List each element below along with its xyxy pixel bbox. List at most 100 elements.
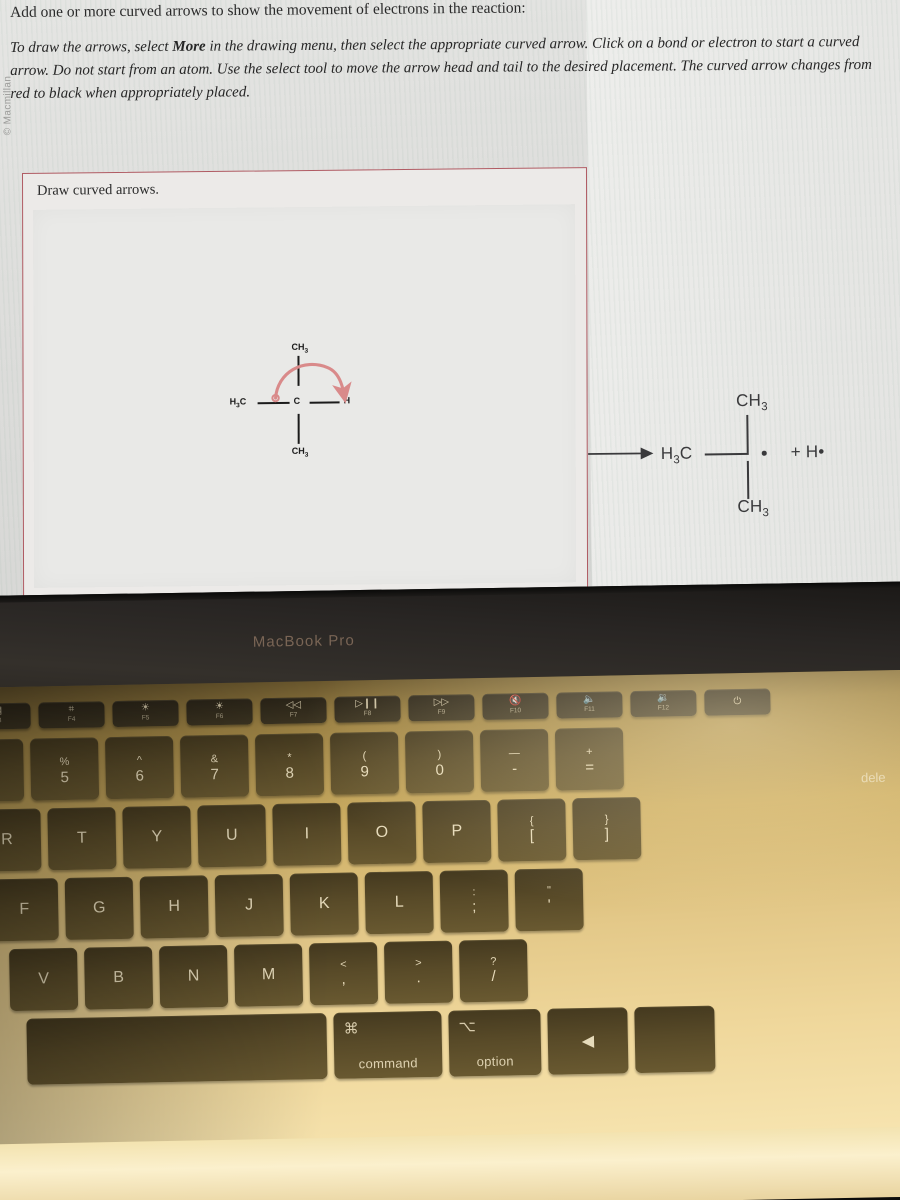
key-l-label: L: [394, 893, 404, 911]
key-rewind-fn-label: F7: [289, 711, 298, 719]
key-9[interactable]: (9: [329, 731, 400, 795]
drawing-canvas[interactable]: CH3 H3C C H CH3: [33, 204, 577, 588]
key-j[interactable]: J: [214, 873, 284, 938]
power-icon: ⏻: [733, 696, 742, 708]
key-keyboard-brightness-up-fn-label: F6: [215, 713, 224, 721]
key-arrow-group[interactable]: [634, 1005, 716, 1074]
key-minus-label: -: [511, 759, 518, 778]
key-delete-label: dele: [860, 769, 886, 786]
key-bracket-right-shift-label: }: [604, 813, 609, 826]
key-9-shift-label: (: [362, 750, 367, 763]
key-0[interactable]: ) 0: [404, 730, 475, 794]
key-quote-label: ': [547, 896, 551, 914]
key-5-label: 5: [60, 768, 70, 786]
key-r[interactable]: R: [0, 808, 42, 872]
reaction-arrow-icon: [588, 447, 654, 460]
key-mission-control[interactable]: ▤F3: [0, 702, 31, 730]
key-volume-down[interactable]: 🔈 F11: [556, 691, 623, 719]
key-command[interactable]: ⌘ command: [333, 1010, 443, 1079]
reactant-bond-bottom[interactable]: [297, 413, 301, 444]
key-fast-forward-fn-label: F9: [437, 708, 446, 716]
key-bracket-right[interactable]: }]: [572, 796, 642, 861]
key-play-pause[interactable]: ▷❙❙ F8: [334, 695, 401, 723]
key-m[interactable]: M: [233, 943, 304, 1007]
key-v[interactable]: V: [9, 947, 79, 1012]
product-ch3-bottom: CH3: [737, 496, 770, 520]
key-6-label: 6: [135, 767, 145, 785]
key-b[interactable]: B: [84, 946, 154, 1010]
key-quote[interactable]: " ': [514, 868, 584, 932]
key-h[interactable]: H: [139, 875, 209, 939]
command-key-label: command: [358, 1055, 419, 1072]
key-n-label: N: [187, 967, 200, 985]
key-n[interactable]: N: [158, 944, 229, 1009]
key-u[interactable]: U: [197, 804, 267, 868]
key-k[interactable]: K: [289, 872, 359, 936]
keyboard-bottom-row: ⌘ command ⌥ option ◀: [26, 1005, 716, 1085]
key-5[interactable]: % 5: [29, 737, 100, 801]
key-rewind[interactable]: ◁◁ F7: [260, 696, 327, 725]
answer-panel[interactable]: Draw curved arrows. CH3 H3C C H CH3: [22, 167, 589, 602]
laptop-screen: © Macmillan Add one or more curved arrow…: [0, 0, 900, 604]
key-semicolon[interactable]: :;: [439, 869, 509, 933]
key-p-label: P: [451, 822, 463, 840]
key-y[interactable]: Y: [122, 805, 192, 869]
key-minus[interactable]: — -: [479, 728, 550, 793]
key-o-label: O: [375, 823, 389, 842]
key-period[interactable]: >.: [383, 940, 454, 1004]
product-bond-top: [746, 414, 749, 453]
key-equals-shift-label: +: [586, 745, 593, 759]
key-minus-shift-label: —: [508, 747, 520, 760]
key-9-label: 9: [360, 762, 370, 780]
key-g-label: G: [92, 899, 106, 917]
key-slash[interactable]: ? /: [458, 939, 529, 1003]
key-comma[interactable]: <,: [308, 942, 379, 1006]
key-o[interactable]: O: [347, 801, 417, 865]
instructions-block: Add one or more curved arrows to show th…: [10, 0, 890, 105]
keyboard-brightness-down-icon: ☀: [140, 702, 151, 714]
key-f[interactable]: F: [0, 878, 59, 942]
key-t[interactable]: T: [47, 807, 117, 871]
key-bracket-left[interactable]: {[: [497, 798, 567, 862]
key-fast-forward[interactable]: ▷▷ F9: [408, 694, 475, 722]
key-mission-control-fn-label: F3: [0, 716, 2, 726]
key-mute[interactable]: 🔇 F10: [482, 692, 549, 720]
key-quote-shift-label: ": [546, 884, 552, 897]
key-p[interactable]: P: [422, 799, 492, 864]
drawing-directions: To draw the arrows, select More in the d…: [10, 30, 888, 105]
key-keyboard-brightness-down[interactable]: ☀ F5: [112, 699, 179, 728]
key-launchpad[interactable]: ⌗ F4: [38, 701, 105, 729]
arrow-left-icon: ◀: [581, 1032, 595, 1051]
key-g[interactable]: G: [64, 876, 134, 941]
key-slash-label: /: [491, 967, 496, 985]
key-keyboard-brightness-up[interactable]: ☀ F6: [186, 698, 253, 726]
question-prompt: Add one or more curved arrows to show th…: [10, 0, 526, 21]
keyboard-number-row: $4%5^6&7*8(9)0—-+=: [0, 727, 625, 803]
key-7-label: 7: [210, 765, 220, 783]
key-m-label: M: [261, 966, 276, 984]
key-power[interactable]: ⏻: [704, 688, 771, 716]
key-equals[interactable]: + =: [554, 727, 625, 791]
key-period-shift-label: >: [415, 956, 422, 969]
key-i-label: I: [304, 825, 310, 843]
reactant-h3c-left: H3C: [229, 396, 247, 410]
keyboard-deck: ▤F3⌗F4☀F5☀F6◁◁F7▷❙❙F8▷▷F9🔇F10🔈F11🔉F12⏻ $…: [0, 668, 900, 1200]
key-equals-label: =: [585, 758, 595, 776]
curved-electron-arrow-icon[interactable]: [251, 335, 371, 416]
key-t-label: T: [76, 829, 87, 847]
key-option[interactable]: ⌥ option: [448, 1008, 542, 1077]
key-6[interactable]: ^ 6: [104, 735, 175, 800]
key-space[interactable]: [26, 1013, 328, 1085]
volume-up-icon: 🔉: [656, 692, 670, 704]
key-arrow-left[interactable]: ◀: [547, 1007, 629, 1075]
key-7[interactable]: & 7: [179, 734, 250, 798]
key-h-label: H: [168, 897, 181, 916]
key-i[interactable]: I: [272, 802, 342, 867]
key-4[interactable]: $4: [0, 738, 25, 803]
product-structure: CH3 H3C CH3 + H•: [660, 389, 897, 532]
key-j-label: J: [245, 896, 254, 914]
screenshot-stage: © Macmillan Add one or more curved arrow…: [0, 0, 900, 1200]
key-l[interactable]: L: [364, 870, 434, 935]
key-8[interactable]: * 8: [254, 733, 325, 797]
key-volume-up[interactable]: 🔉 F12: [630, 689, 697, 718]
